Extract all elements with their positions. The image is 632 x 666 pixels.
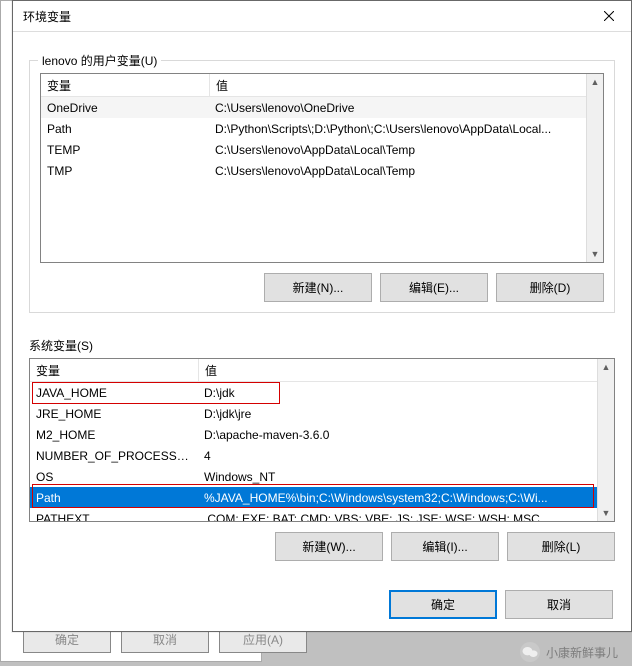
sys-delete-button[interactable]: 删除(L) [507, 532, 615, 561]
wechat-icon [520, 642, 540, 662]
user-edit-button[interactable]: 编辑(E)... [380, 273, 488, 302]
scroll-up-icon[interactable]: ▲ [598, 359, 614, 375]
col-val[interactable]: 值 [210, 74, 587, 96]
cancel-button[interactable]: 取消 [505, 590, 613, 619]
user-vars-label: lenovo 的用户变量(U) [38, 52, 161, 69]
scrollbar[interactable]: ▲ ▼ [586, 74, 603, 262]
close-button[interactable] [587, 1, 631, 31]
user-vars-list[interactable]: 变量 值 OneDrive C:\Users\lenovo\OneDrive P… [40, 73, 604, 263]
table-row[interactable]: JRE_HOME D:\jdk\jre [30, 403, 598, 424]
table-row[interactable]: Path D:\Python\Scripts\;D:\Python\;C:\Us… [41, 118, 587, 139]
sys-vars-label: 系统变量(S) [29, 337, 615, 354]
col-val[interactable]: 值 [199, 359, 598, 381]
table-row[interactable]: OS Windows_NT [30, 466, 598, 487]
titlebar: 环境变量 [13, 1, 631, 32]
table-row[interactable]: TMP C:\Users\lenovo\AppData\Local\Temp [41, 160, 587, 181]
col-var[interactable]: 变量 [41, 74, 210, 96]
table-row-selected[interactable]: Path %JAVA_HOME%\bin;C:\Windows\system32… [30, 487, 598, 508]
table-row[interactable]: PATHEXT .COM;.EXE;.BAT;.CMD;.VBS;.VBE;.J… [30, 508, 598, 522]
user-vars-group: lenovo 的用户变量(U) 变量 值 OneDrive C:\Users\l… [29, 60, 615, 313]
ok-button[interactable]: 确定 [389, 590, 497, 619]
scroll-down-icon[interactable]: ▼ [598, 505, 614, 521]
table-row[interactable]: OneDrive C:\Users\lenovo\OneDrive [41, 97, 587, 118]
user-new-button[interactable]: 新建(N)... [264, 273, 372, 302]
table-row[interactable]: JAVA_HOME D:\jdk [30, 382, 598, 403]
col-var[interactable]: 变量 [30, 359, 199, 381]
sys-new-button[interactable]: 新建(W)... [275, 532, 383, 561]
watermark: 小康新鲜事儿 [520, 642, 618, 662]
scrollbar[interactable]: ▲ ▼ [597, 359, 614, 521]
table-row[interactable]: NUMBER_OF_PROCESSORS 4 [30, 445, 598, 466]
sys-edit-button[interactable]: 编辑(I)... [391, 532, 499, 561]
sys-list-header: 变量 值 [30, 359, 598, 382]
scroll-down-icon[interactable]: ▼ [587, 246, 603, 262]
sys-vars-list[interactable]: 变量 值 JAVA_HOME D:\jdk JRE_HOME D:\jdk\jr… [29, 358, 615, 522]
scroll-up-icon[interactable]: ▲ [587, 74, 603, 90]
table-row[interactable]: TEMP C:\Users\lenovo\AppData\Local\Temp [41, 139, 587, 160]
environment-variables-dialog: 环境变量 lenovo 的用户变量(U) 变量 值 OneDrive C [12, 0, 632, 632]
window-title: 环境变量 [23, 8, 71, 25]
close-icon [604, 11, 614, 21]
user-delete-button[interactable]: 删除(D) [496, 273, 604, 302]
user-list-header: 变量 值 [41, 74, 587, 97]
table-row[interactable]: M2_HOME D:\apache-maven-3.6.0 [30, 424, 598, 445]
